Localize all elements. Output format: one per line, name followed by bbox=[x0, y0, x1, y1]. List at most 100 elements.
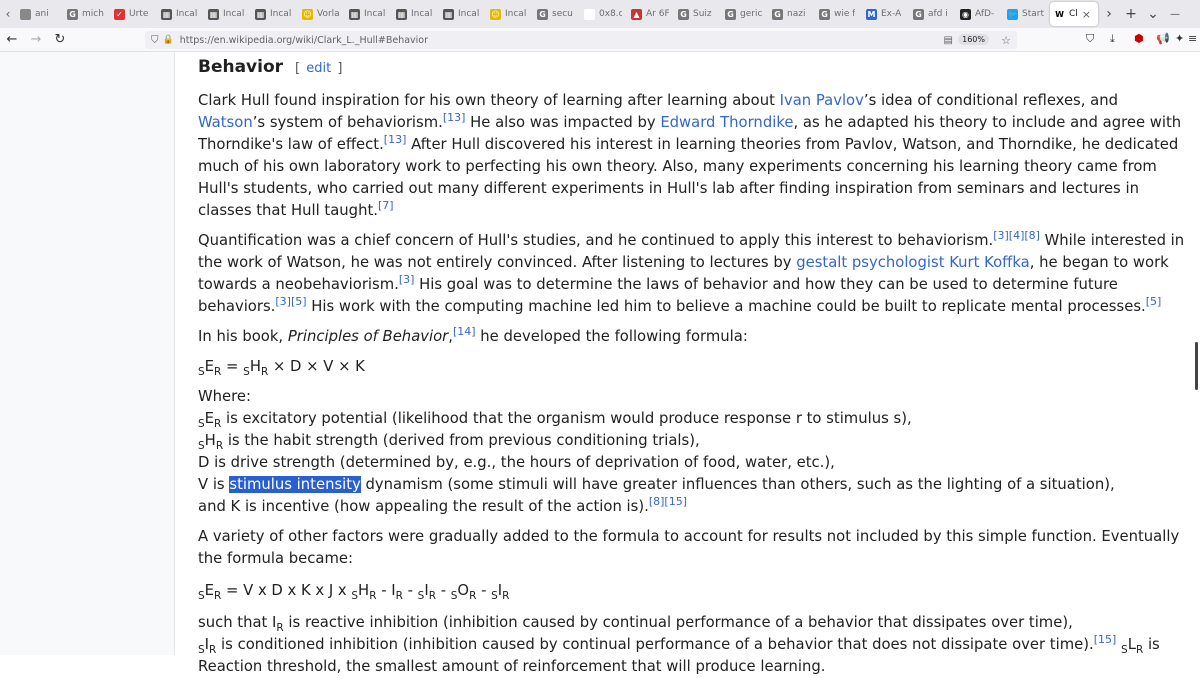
paragraph-4: A variety of other factors were graduall… bbox=[198, 528, 1180, 567]
minimize-button[interactable]: — bbox=[1164, 9, 1186, 20]
ref-5[interactable]: [5] bbox=[1146, 295, 1162, 308]
zoom-level[interactable]: 160% bbox=[958, 34, 989, 45]
tab[interactable]: 0x8.ch/ bbox=[580, 2, 627, 26]
tab[interactable]: ▦ Incal bbox=[204, 2, 251, 26]
tab-label: mich bbox=[82, 9, 104, 19]
edit-link[interactable]: edit bbox=[306, 61, 331, 76]
symbol: H bbox=[249, 358, 261, 375]
ublock-icon[interactable]: ⬢ bbox=[1134, 32, 1144, 45]
tab-label: Cl bbox=[1069, 9, 1078, 19]
text: Quantification was a chief concern of Hu… bbox=[198, 232, 994, 249]
tab-scroll-right-icon[interactable]: › bbox=[1098, 6, 1120, 22]
text: such that I bbox=[198, 614, 277, 631]
tab-favicon-icon: ▦ bbox=[161, 8, 172, 20]
article-body: Behavior [ edit ] Clark Hull found inspi… bbox=[198, 52, 1188, 678]
tab-label: Incal bbox=[458, 9, 480, 19]
tab[interactable]: Gsecu bbox=[533, 2, 580, 26]
tab[interactable]: ▦ Incal bbox=[345, 2, 392, 26]
scrollbar-thumb[interactable] bbox=[1195, 342, 1198, 390]
ref-13[interactable]: [13] bbox=[443, 111, 466, 124]
forward-icon[interactable]: → bbox=[24, 32, 48, 47]
symbol: E bbox=[204, 410, 215, 427]
tab[interactable]: ◉ AfD- bbox=[956, 2, 1003, 26]
tab-favicon-icon: ▦ bbox=[443, 8, 454, 20]
tab-favicon-icon: W bbox=[1054, 8, 1065, 20]
lock-icon[interactable]: 🔒 bbox=[163, 35, 174, 45]
symbol: - bbox=[402, 582, 418, 599]
tab[interactable]: Gafd i bbox=[909, 2, 956, 26]
tab-scroll-left-icon[interactable]: ‹ bbox=[0, 7, 16, 21]
tab[interactable]: 🐦 Start bbox=[1003, 2, 1050, 26]
tracking-shield-icon[interactable]: ⛉ bbox=[151, 35, 159, 46]
formula-2: SER = V x D x K x J x SHR - IR - SIR - S… bbox=[198, 580, 1188, 602]
tab[interactable]: ▦ Incal bbox=[251, 2, 298, 26]
ref-14[interactable]: [14] bbox=[453, 325, 476, 338]
sub: R bbox=[395, 589, 403, 602]
reader-view-icon[interactable]: ▤ bbox=[944, 35, 953, 46]
paragraph-3: In his book, Principles of Behavior,[14]… bbox=[198, 326, 1188, 348]
tab[interactable]: M Ex-A bbox=[862, 2, 909, 26]
reload-icon[interactable]: ↻ bbox=[48, 32, 72, 47]
tab-favicon-icon: 🐦 bbox=[1007, 8, 1018, 20]
menu-icon[interactable]: ≡ bbox=[1188, 32, 1197, 45]
tab-bar: ‹ ani Gmich ✓ Urte ▦ Incal ▦ Incal ▦ Incal ☺ Vorla ▦… bbox=[0, 0, 1200, 28]
symbol: × D × V × K bbox=[268, 358, 365, 375]
link-watson[interactable]: Watson bbox=[198, 114, 253, 131]
downloads-icon[interactable]: ⤓ bbox=[1110, 32, 1115, 46]
tab-favicon-icon: G bbox=[537, 8, 548, 20]
ref-15[interactable]: [15] bbox=[1094, 633, 1117, 646]
pocket-icon[interactable]: ⛉ bbox=[1086, 32, 1094, 46]
symbol: L bbox=[1127, 636, 1136, 653]
tab[interactable]: ☺ Vorla bbox=[298, 2, 345, 26]
tab-label: Ar 6F bbox=[646, 9, 669, 19]
address-bar[interactable]: ⛉ 🔒 https://en.wikipedia.org/wiki/Clark_… bbox=[145, 31, 1017, 49]
bookmark-star-icon[interactable]: ☆ bbox=[1001, 34, 1011, 47]
extension-icon[interactable]: 📢 bbox=[1156, 32, 1170, 45]
tab[interactable]: ▲ Ar 6F bbox=[627, 2, 674, 26]
url-text[interactable]: https://en.wikipedia.org/wiki/Clark_L._H… bbox=[180, 35, 428, 46]
tab[interactable]: Gmich bbox=[63, 2, 110, 26]
link-ivan-pavlov[interactable]: Ivan Pavlov bbox=[780, 92, 864, 109]
section-title: Behavior bbox=[198, 57, 284, 77]
tab[interactable]: Gwie f bbox=[815, 2, 862, 26]
ref-13b[interactable]: [13] bbox=[384, 133, 407, 146]
tab[interactable]: Ggeric bbox=[721, 2, 768, 26]
ref-3[interactable]: [3] bbox=[399, 273, 415, 286]
text: is conditioned inhibition (inhibition ca… bbox=[216, 636, 1094, 653]
tab[interactable]: ✓ Urte bbox=[110, 2, 157, 26]
tab-label: geric bbox=[740, 9, 763, 19]
tab-strip: ani Gmich ✓ Urte ▦ Incal ▦ Incal ▦ Incal ☺ Vorla ▦ In… bbox=[16, 2, 1098, 26]
new-tab-button[interactable]: + bbox=[1120, 6, 1142, 22]
extensions-puzzle-icon[interactable]: ✦ bbox=[1175, 32, 1184, 45]
ref-3-4-8[interactable]: [3][4][8] bbox=[993, 229, 1040, 242]
symbol: E bbox=[204, 582, 215, 599]
tab[interactable]: ▦ Incal bbox=[392, 2, 439, 26]
definition-text: and K is incentive (how appealing the re… bbox=[198, 498, 649, 515]
selected-text[interactable]: stimulus intensity bbox=[229, 476, 361, 493]
tab-close-icon[interactable]: × bbox=[1082, 8, 1091, 21]
tab-active[interactable]: W Cl × bbox=[1050, 2, 1098, 26]
tab-favicon-icon: G bbox=[819, 8, 830, 20]
back-icon[interactable]: ← bbox=[0, 32, 24, 47]
tab[interactable]: ▦ Incal bbox=[439, 2, 486, 26]
book-title: Principles of Behavior bbox=[287, 328, 449, 345]
link-edward-thorndike[interactable]: Edward Thorndike bbox=[660, 114, 793, 131]
symbol: E bbox=[204, 358, 215, 375]
tab[interactable]: ani bbox=[16, 2, 63, 26]
ref-3-5[interactable]: [3][5] bbox=[275, 295, 306, 308]
tab-label: 0x8.ch/ bbox=[599, 9, 622, 19]
tab[interactable]: G Suiz bbox=[674, 2, 721, 26]
tab[interactable]: ▦ Incal bbox=[157, 2, 204, 26]
edit-section: [ edit ] bbox=[295, 58, 342, 80]
sub: R bbox=[215, 439, 224, 452]
text: Clark Hull found inspiration for his own… bbox=[198, 92, 780, 109]
edit-bracket-open: [ bbox=[295, 61, 301, 76]
link-kurt-koffka[interactable]: gestalt psychologist Kurt Koffka bbox=[796, 254, 1030, 271]
ref-8-15[interactable]: [8][15] bbox=[649, 495, 687, 508]
tab[interactable]: ☺ Incal bbox=[486, 2, 533, 26]
tab-favicon-icon: ◉ bbox=[960, 8, 971, 20]
tab[interactable]: Gnazi bbox=[768, 2, 815, 26]
paragraph-2: Quantification was a chief concern of Hu… bbox=[198, 230, 1188, 318]
ref-7[interactable]: [7] bbox=[378, 199, 394, 212]
list-all-tabs-button[interactable]: ⌄ bbox=[1142, 6, 1164, 22]
